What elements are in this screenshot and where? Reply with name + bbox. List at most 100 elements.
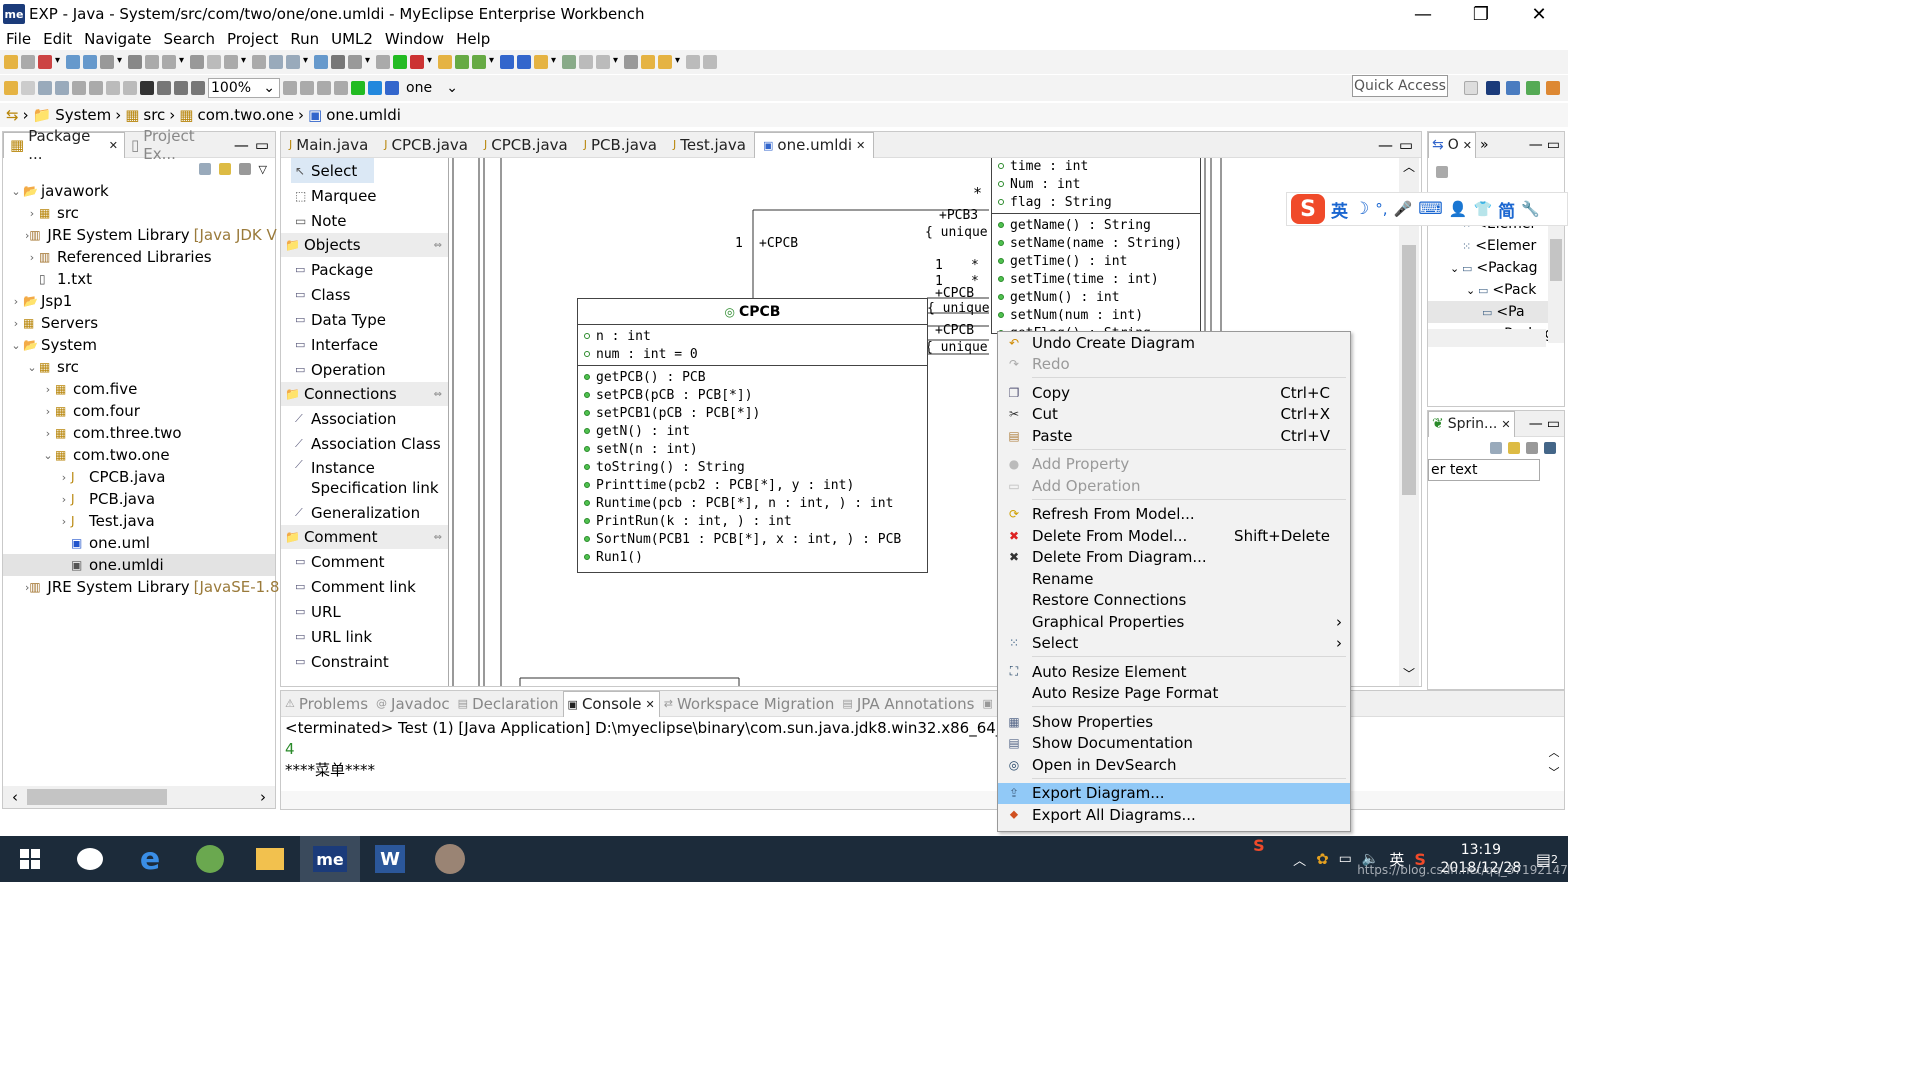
toolbar-tool-icon[interactable] [21,55,35,69]
toolbar-tool-icon[interactable] [624,55,638,69]
palette-section-header[interactable]: 📁 Connections ⇔ [281,382,448,406]
sogou-logo[interactable]: S [1291,194,1325,224]
palette-item[interactable]: ▭ Constraint [281,649,448,674]
chevron-right-icon[interactable]: › [9,295,23,308]
class-attribute[interactable]: flag : String [992,193,1200,211]
chevron-down-icon[interactable]: ⌄ [9,185,23,198]
horizontal-scrollbar[interactable]: ‹ › [3,786,275,808]
toolbar-tool-icon[interactable] [562,55,576,69]
menu-item-open-in-devsearch[interactable]: ◎ Open in DevSearch [998,754,1350,776]
tab-editor-file[interactable]: ▣ one.umldi ✕ [754,131,875,158]
grid-icon[interactable] [157,81,171,95]
ime-skin-icon[interactable]: 👕 [1473,200,1492,218]
class-operation[interactable]: getTime() : int [992,252,1200,270]
menu-navigate[interactable]: Navigate [78,30,157,48]
maximize-view-icon[interactable]: ▭ [1547,137,1560,153]
maximize-view-icon[interactable]: ▭ [1547,416,1560,432]
chevron-right-icon[interactable]: › [25,251,39,264]
java-perspective-icon[interactable] [1506,81,1520,95]
link-editor-icon[interactable] [218,163,231,175]
chevron-down-icon[interactable]: ▾ [55,55,63,69]
sort-icon[interactable] [1544,442,1556,454]
align-icon[interactable] [55,81,69,95]
toolbar-tool-icon[interactable] [455,55,469,69]
tree-item[interactable]: › J Test.java [3,510,275,532]
chevron-right-icon[interactable]: › [57,515,71,528]
up-arrow-icon[interactable] [317,81,331,95]
taskbar-app-edge[interactable]: e [120,836,180,882]
class-operation[interactable]: setN(n : int) [578,440,927,458]
menu-search[interactable]: Search [157,30,221,48]
chevron-down-icon[interactable]: ▾ [489,55,497,69]
tree-item[interactable]: › ▦ com.three.two [3,422,275,444]
maximize-view-icon[interactable]: ▭ [1399,136,1413,154]
class-operation[interactable]: setName(name : String) [992,234,1200,252]
fit-icon[interactable] [191,81,205,95]
diagram-icon[interactable] [385,81,399,95]
tab-outline[interactable]: ⇆ O ✕ [1428,131,1476,158]
toolbar-tool-icon[interactable] [686,55,700,69]
menu-window[interactable]: Window [379,30,450,48]
toolbar-tool-icon[interactable] [534,55,548,69]
tab-bottom-view[interactable]: ⇄ Workspace Migration [660,691,839,717]
tab-package-explorer[interactable]: ▦ Package ... ✕ [3,127,125,163]
ime-mic-icon[interactable]: 🎤 [1394,200,1413,218]
toolbar-tool-icon[interactable] [66,55,80,69]
back-arrow-icon[interactable] [283,81,297,95]
menu-item-delete-from-model[interactable]: ✖ Delete From Model... Shift+Delete [998,525,1350,547]
menu-item-copy[interactable]: ❐ Copy Ctrl+C [998,382,1350,404]
distribute-icon[interactable] [72,81,86,95]
close-button[interactable]: ✕ [1510,0,1568,28]
class-operation[interactable]: getNum() : int [992,288,1200,306]
menu-item-graphical-properties[interactable]: Graphical Properties › [998,611,1350,633]
open-perspective-icon[interactable] [1464,81,1478,95]
scrollbar-thumb[interactable] [27,789,167,805]
chevron-down-icon[interactable]: ▾ [179,55,187,69]
palette-item[interactable]: ⟋ Association [281,406,448,431]
breadcrumb-item-package[interactable]: com.two.one [197,106,294,124]
scroll-left-icon[interactable]: ‹ [3,788,27,806]
menu-item-paste[interactable]: ▤ Paste Ctrl+V [998,425,1350,447]
class-operation[interactable]: PrintRun(k : int, ) : int [578,512,927,530]
tree-item[interactable]: ⌄ 📂 System [3,334,275,356]
palette-tool[interactable]: ▭ Note [281,208,448,233]
taskbar-app-myeclipse[interactable]: me [300,836,360,882]
breadcrumb-item-file[interactable]: one.umldi [326,106,401,124]
tab-bottom-view[interactable]: ▤ Declaration [454,691,563,717]
tree-item[interactable]: › 📂 Jsp1 [3,290,275,312]
minimize-view-icon[interactable]: — [1378,136,1393,154]
chevron-down-icon[interactable]: ▾ [303,55,311,69]
clock[interactable]: 13:19 2018/12/28 https://blog.csdn.net/q… [1357,841,1568,877]
menu-item-cut[interactable]: ✂ Cut Ctrl+X [998,404,1350,426]
taskbar-app-explorer[interactable] [240,836,300,882]
taskbar-app-chat[interactable] [60,836,120,882]
zoom-select[interactable]: 100% ⌄ [208,78,280,98]
tree-item[interactable]: › J CPCB.java [3,466,275,488]
filter-icon[interactable] [1526,442,1538,454]
menu-item-rename[interactable]: Rename [998,568,1350,590]
ime-keyboard-icon[interactable]: ⌨ [1418,199,1443,219]
ime-simplified-icon[interactable]: 简 [1498,197,1515,222]
chevron-down-icon[interactable]: ⌄ [1450,262,1462,275]
chevron-right-icon[interactable]: › [41,427,55,440]
tab-editor-file[interactable]: J CPCB.java [376,132,476,158]
outline-hscrollbar[interactable] [1428,329,1546,347]
minimize-button[interactable]: — [1394,0,1452,28]
toolbar-tool-icon[interactable] [658,55,672,69]
toolbar-tool-icon[interactable] [438,55,452,69]
menu-item-delete-from-diagram[interactable]: ✖ Delete From Diagram... [998,547,1350,569]
align-icon[interactable] [38,81,52,95]
chevron-down-icon[interactable]: ▾ [613,55,621,69]
chevron-down-icon[interactable]: ▾ [241,55,249,69]
layout-icon[interactable] [174,81,188,95]
outline-vscrollbar[interactable] [1548,213,1564,343]
outline-item[interactable]: ▭ <Pa [1428,301,1564,323]
toolbar-tool-icon[interactable] [100,55,114,69]
scroll-right-icon[interactable]: › [251,788,275,806]
tree-item[interactable]: › ▦ com.four [3,400,275,422]
toolbar-tool-icon[interactable] [128,55,142,69]
ime-punct-icon[interactable]: °, [1375,200,1387,218]
pin-icon[interactable] [140,81,154,95]
outline-item[interactable]: ⌄ ▭ <Packag [1428,257,1564,279]
class-attribute[interactable]: time : int [992,158,1200,175]
